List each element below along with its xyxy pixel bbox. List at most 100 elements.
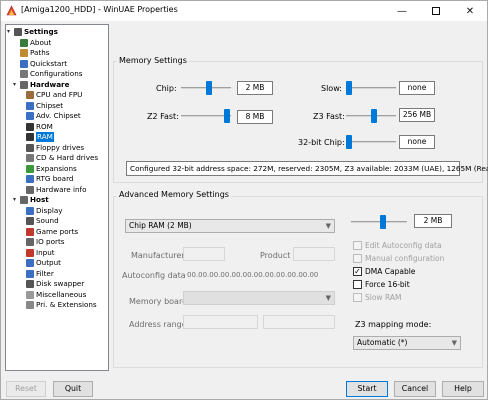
slow-label: Slow: [321,84,342,93]
tree-item-rtg-board[interactable]: RTG board [19,174,73,184]
tree-item-sound[interactable]: Sound [19,216,59,226]
input-icon [26,248,34,257]
z2fast-label: Z2 Fast: [147,112,179,121]
quit-button[interactable]: Quit [53,381,93,397]
maximize-button[interactable] [419,1,453,21]
manual-config-checkbox[interactable]: Manual configuration [353,254,444,263]
z3fast-slider-thumb[interactable] [371,109,377,123]
title-bar[interactable]: [Amiga1200_HDD] - WinUAE Properties — ✕ [1,1,487,21]
chip32-value: none [399,135,435,149]
ioports-icon [26,238,34,246]
minimize-button[interactable]: — [385,1,419,21]
tree-item-label: RTG board [36,174,74,183]
winuae-app-icon [6,5,17,16]
tree-item-label: CD & Hard drives [36,153,99,162]
z3fast-slider[interactable] [346,109,396,123]
checkmark-icon: ✓ [353,266,362,276]
priority-icon [26,301,34,309]
maximize-icon [432,7,440,15]
tree-item-ram[interactable]: RAM [19,132,54,142]
chip-label: Chip: [156,84,177,93]
tree-item-hardware-info[interactable]: Hardware info [19,185,86,195]
tree-item-label: Hardware info [36,184,87,194]
tree-item-label: Output [36,258,61,267]
manufacturer-field[interactable] [183,247,225,261]
tree-item-label: Quickstart [30,58,68,68]
tree-item-cpu-and-fpu[interactable]: CPU and FPU [19,90,82,100]
chip-slider-thumb[interactable] [206,81,212,95]
z3-mapping-label: Z3 mapping mode: [355,320,432,329]
address-range-start[interactable] [183,315,258,329]
cpu-icon [26,91,34,99]
chip-slider[interactable] [181,81,231,95]
address-range-end[interactable] [263,315,335,329]
quickstart-icon [20,59,28,68]
address-range-label: Address range [129,320,187,329]
chip32-slider-thumb[interactable] [346,135,352,149]
memory-board-select[interactable]: ▼ [183,291,335,305]
tree-item-label: Sound [36,216,59,225]
tree-item-miscellaneous[interactable]: Miscellaneous [19,290,86,300]
tree-item-label: Disk swapper [36,279,85,288]
tree-item-quickstart[interactable]: Quickstart [13,59,67,69]
z2fast-slider[interactable] [181,109,231,123]
slow-slider[interactable] [346,81,396,95]
tree-item-io-ports[interactable]: IO ports [19,237,65,247]
force16-label: Force 16-bit [365,280,410,289]
tree-item-about[interactable]: About [13,38,51,48]
chip-value: 2 MB [237,81,273,95]
chip32-slider[interactable] [346,135,396,149]
start-button[interactable]: Start [346,381,388,397]
expand-toggle-icon[interactable]: ▾ [13,80,20,90]
memory-board-type-select[interactable]: Chip RAM (2 MB) ▼ [125,219,335,233]
tree-item-host[interactable]: ▾ Host [13,195,49,205]
tree-item-label: CPU and FPU [36,90,83,99]
cancel-button[interactable]: Cancel [394,381,436,397]
tree-item-label: ROM [36,121,53,131]
tree-item-adv-chipset[interactable]: Adv. Chipset [19,111,81,121]
gameports-icon [26,227,34,236]
tree-item-cd-hard-drives[interactable]: CD & Hard drives [19,153,98,163]
tree-item-display[interactable]: Display [19,206,63,216]
edit-autoconfig-checkbox[interactable]: Edit Autoconfig data [353,241,442,250]
z2fast-value: 8 MB [237,110,273,124]
board-size-slider-thumb[interactable] [380,215,386,229]
z3fast-label: Z3 Fast: [313,112,345,121]
z3-mapping-select[interactable]: Automatic (*) ▼ [353,336,461,350]
tree-item-game-ports[interactable]: Game ports [19,227,78,237]
force16-checkbox[interactable]: Force 16-bit [353,280,410,289]
close-icon: ✕ [465,5,475,17]
expand-toggle-icon[interactable]: ▾ [7,27,14,37]
reset-button[interactable]: Reset [6,381,46,397]
dma-capable-checkbox[interactable]: ✓ DMA Capable [353,267,415,276]
tree-item-disk-swapper[interactable]: Disk swapper [19,279,84,289]
tree-item-paths[interactable]: Paths [13,48,50,58]
z2fast-slider-thumb[interactable] [224,109,230,123]
board-size-slider[interactable] [351,215,407,229]
tree-item-pri-extensions[interactable]: Pri. & Extensions [19,300,97,310]
tree-item-settings[interactable]: ▾ Settings [7,27,58,37]
tree-item-rom[interactable]: ROM [19,122,53,132]
tree-item-expansions[interactable]: Expansions [19,164,77,174]
tree-item-chipset[interactable]: Chipset [19,101,63,111]
tree-item-floppy-drives[interactable]: Floppy drives [19,143,84,153]
tree-item-label: Paths [30,48,50,57]
help-button[interactable]: Help [442,381,484,397]
settings-tree[interactable]: ▾ Settings About Paths Quickstart Configurati… [5,24,109,371]
tree-item-output[interactable]: Output [19,258,61,268]
slow-value: none [399,81,435,95]
tree-item-hardware[interactable]: ▾ Hardware [13,80,69,90]
tree-item-label: Floppy drives [36,142,85,152]
product-field[interactable] [293,247,335,261]
tree-item-configurations[interactable]: Configurations [13,69,83,79]
close-button[interactable]: ✕ [453,1,487,21]
harddrive-icon [26,154,34,162]
diskswapper-icon [26,280,34,288]
expand-toggle-icon[interactable]: ▾ [13,195,20,205]
tree-item-label: Display [36,205,63,215]
tree-item-input[interactable]: Input [19,248,55,258]
slow-slider-thumb[interactable] [346,81,352,95]
tree-item-filter[interactable]: Filter [19,269,54,279]
manual-config-label: Manual configuration [365,254,445,263]
slow-ram-checkbox[interactable]: Slow RAM [353,293,401,302]
